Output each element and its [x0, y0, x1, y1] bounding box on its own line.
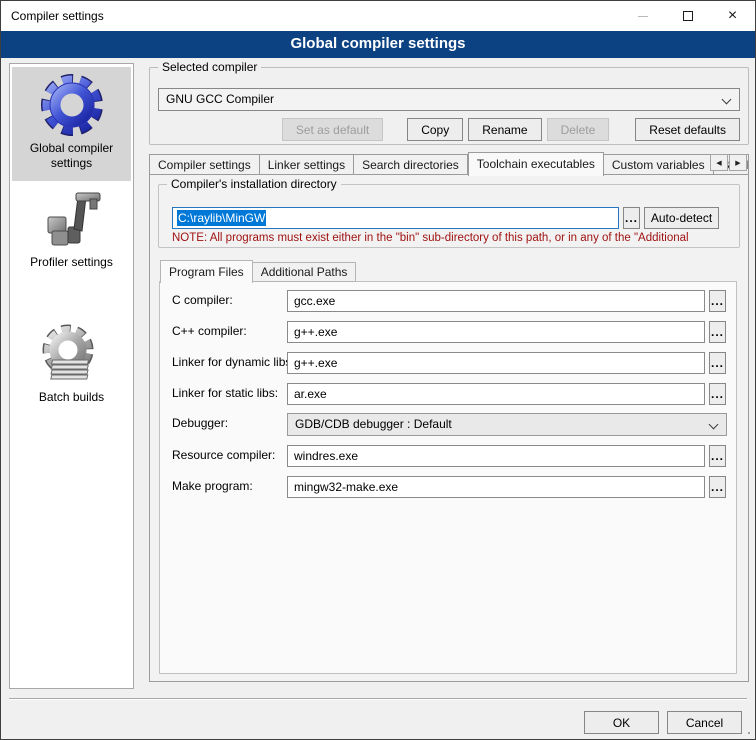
settings-category-sidebar: Global compiler settings [9, 63, 134, 689]
title-bar: Compiler settings × [1, 1, 755, 31]
program-files-panel: C compiler: ... C++ compiler: ... Linker… [159, 281, 737, 674]
selected-compiler-group: Selected compiler GNU GCC Compiler Set a… [149, 67, 749, 145]
make-program-row: Make program: ... [160, 476, 736, 499]
tab-toolchain-executables[interactable]: Toolchain executables [468, 152, 604, 176]
tab-linker-settings[interactable]: Linker settings [260, 154, 354, 175]
copy-button[interactable]: Copy [407, 118, 463, 141]
footer-divider [9, 698, 747, 700]
static-linker-browse-button[interactable]: ... [709, 383, 726, 405]
close-icon: × [728, 8, 737, 24]
cpp-compiler-row: C++ compiler: ... [160, 321, 736, 344]
installation-directory-input[interactable]: C:\raylib\MinGW [172, 207, 619, 229]
c-compiler-row: C compiler: ... [160, 290, 736, 313]
resource-compiler-row: Resource compiler: ... [160, 445, 736, 468]
debugger-select[interactable]: GDB/CDB debugger : Default [287, 413, 727, 436]
cpp-compiler-browse-button[interactable]: ... [709, 321, 726, 343]
browse-directory-button[interactable]: ... [623, 207, 640, 229]
grey-gear-stack-icon [40, 322, 104, 386]
tab-scroll-left-button[interactable]: ◀ [710, 154, 728, 171]
resource-compiler-input[interactable] [287, 445, 705, 467]
rename-button[interactable]: Rename [468, 118, 541, 141]
chevron-down-icon [722, 95, 732, 105]
dynamic-linker-browse-button[interactable]: ... [709, 352, 726, 374]
close-button[interactable]: × [710, 1, 755, 31]
window-title: Compiler settings [1, 9, 104, 23]
installation-directory-group: Compiler's installation directory C:\ray… [158, 184, 740, 248]
c-compiler-label: C compiler: [172, 293, 233, 307]
toolchain-executables-panel: Compiler's installation directory C:\ray… [149, 174, 749, 682]
sidebar-item-batch-builds[interactable]: Batch builds [12, 316, 131, 415]
sidebar-item-label: Global compiler settings [14, 141, 129, 171]
installation-directory-legend: Compiler's installation directory [167, 177, 341, 191]
dynamic-linker-label: Linker for dynamic libs: [172, 355, 295, 369]
make-program-input[interactable] [287, 476, 705, 498]
page-title: Global compiler settings [1, 31, 755, 58]
selected-compiler-legend: Selected compiler [158, 60, 261, 74]
compiler-actions: Set as default Copy Rename Delete Reset … [158, 118, 740, 141]
tab-scroll-buttons: ◀ ▶ [709, 154, 747, 171]
caliper-icon [40, 187, 104, 251]
reset-defaults-button[interactable]: Reset defaults [635, 118, 740, 141]
program-tabs: Program Files Additional Paths [160, 259, 356, 282]
ok-button[interactable]: OK [584, 711, 659, 734]
dynamic-linker-input[interactable] [287, 352, 705, 374]
cpp-compiler-label: C++ compiler: [172, 324, 247, 338]
debugger-select-value: GDB/CDB debugger : Default [295, 417, 452, 431]
arrow-right-icon: ▶ [735, 159, 740, 167]
resource-compiler-browse-button[interactable]: ... [709, 445, 726, 467]
minimize-icon [638, 16, 648, 17]
sidebar-item-label: Batch builds [14, 390, 129, 405]
minimize-button[interactable] [620, 1, 665, 31]
arrow-left-icon: ◀ [716, 159, 721, 167]
make-program-label: Make program: [172, 479, 253, 493]
compiler-select-value: GNU GCC Compiler [166, 92, 274, 106]
sidebar-item-label: Profiler settings [14, 255, 129, 270]
auto-detect-button[interactable]: Auto-detect [644, 207, 719, 229]
sidebar-item-global-compiler-settings[interactable]: Global compiler settings [12, 67, 131, 181]
window-controls: × [620, 1, 755, 31]
set-as-default-button[interactable]: Set as default [282, 118, 383, 141]
cancel-button[interactable]: Cancel [667, 711, 742, 734]
bin-subdirectory-note: NOTE: All programs must exist either in … [172, 232, 734, 244]
sidebar-item-profiler-settings[interactable]: Profiler settings [12, 181, 131, 280]
compiler-settings-dialog: Compiler settings × Global compiler sett… [0, 0, 756, 740]
maximize-icon [683, 11, 693, 21]
maximize-button[interactable] [665, 1, 710, 31]
static-linker-label: Linker for static libs: [172, 386, 278, 400]
installation-directory-value: C:\raylib\MinGW [177, 210, 266, 226]
resource-compiler-label: Resource compiler: [172, 448, 275, 462]
debugger-row: Debugger: GDB/CDB debugger : Default [160, 413, 736, 436]
tab-scroll-right-button[interactable]: ▶ [729, 154, 747, 171]
tab-custom-variables[interactable]: Custom variables [604, 154, 714, 175]
c-compiler-input[interactable] [287, 290, 705, 312]
chevron-down-icon [709, 420, 719, 430]
tab-search-directories[interactable]: Search directories [354, 154, 468, 175]
debugger-label: Debugger: [172, 416, 228, 430]
settings-tabs: Compiler settings Linker settings Search… [149, 151, 749, 175]
blue-gear-icon [40, 73, 104, 137]
delete-button[interactable]: Delete [547, 118, 610, 141]
static-linker-input[interactable] [287, 383, 705, 405]
tab-program-files[interactable]: Program Files [160, 260, 253, 283]
make-program-browse-button[interactable]: ... [709, 476, 726, 498]
tab-compiler-settings[interactable]: Compiler settings [149, 154, 260, 175]
tab-additional-paths[interactable]: Additional Paths [253, 262, 357, 282]
compiler-select[interactable]: GNU GCC Compiler [158, 88, 740, 111]
resize-grip[interactable] [748, 732, 750, 734]
static-linker-row: Linker for static libs: ... [160, 383, 736, 406]
cpp-compiler-input[interactable] [287, 321, 705, 343]
c-compiler-browse-button[interactable]: ... [709, 290, 726, 312]
dynamic-linker-row: Linker for dynamic libs: ... [160, 352, 736, 375]
